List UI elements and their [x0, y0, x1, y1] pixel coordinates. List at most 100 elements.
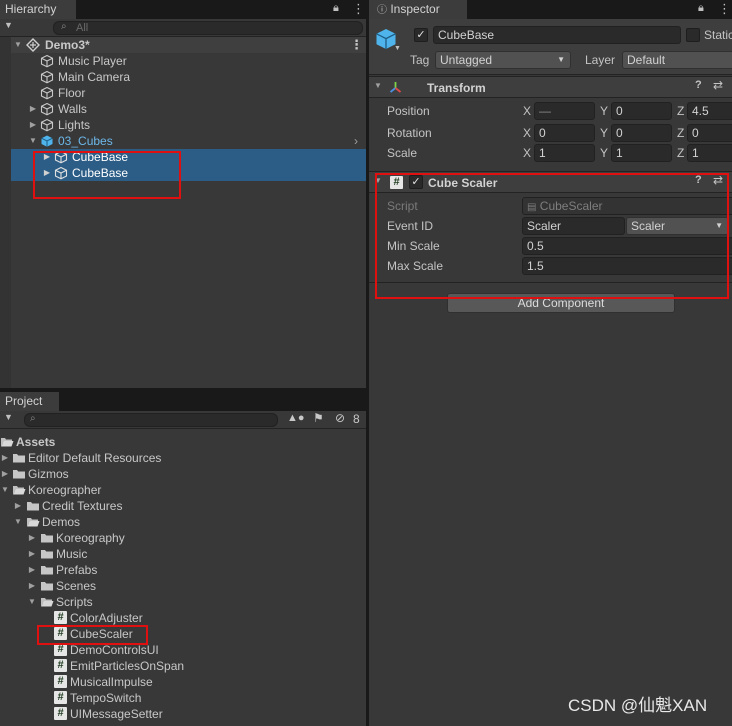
hierarchy-tab[interactable]: Hierarchy — [0, 0, 76, 19]
expand-arrow-icon[interactable]: ▶ — [28, 117, 38, 133]
expand-arrow-icon[interactable]: ▶ — [0, 466, 10, 482]
horizontal-splitter[interactable] — [0, 388, 366, 392]
object-name-value: CubeBase — [438, 28, 495, 42]
lock-icon[interactable]: 🔒︎ — [698, 2, 704, 15]
inspector-tab[interactable]: ⓘ Inspector — [369, 0, 467, 19]
hierarchy-search-input[interactable]: ⌕ All — [53, 21, 363, 35]
position-label: Position — [387, 104, 430, 118]
project-folder[interactable]: ▶ Prefabs — [0, 562, 366, 578]
active-checkbox[interactable]: ✓ — [414, 28, 428, 42]
project-folder[interactable]: ▶ Scenes — [0, 578, 366, 594]
rotation-y-input[interactable]: 0 — [611, 124, 672, 142]
rotation-z-label[interactable]: Z — [677, 124, 684, 142]
expand-arrow-icon[interactable]: ▼ — [13, 37, 23, 53]
position-z-input[interactable]: 4.5 — [687, 102, 732, 120]
hierarchy-tab-label: Hierarchy — [5, 2, 57, 16]
collapse-arrow-icon[interactable]: ▼ — [374, 81, 382, 90]
hierarchy-item-prefab[interactable]: ▼ 03_Cubes › — [0, 133, 366, 149]
project-folder[interactable]: ▶ Music — [0, 546, 366, 562]
project-script-label: TempoSwitch — [70, 691, 142, 705]
rotation-z-input[interactable]: 0 — [687, 124, 732, 142]
rotation-x-label[interactable]: X — [523, 124, 531, 142]
filter-by-label-icon[interactable]: ⚑ — [313, 411, 324, 425]
expand-arrow-icon[interactable]: ▶ — [27, 546, 37, 562]
hidden-packages-icon[interactable]: ⊘ — [335, 411, 345, 425]
open-prefab-chevron-icon[interactable]: › — [354, 133, 358, 149]
layer-dropdown[interactable]: Default — [622, 51, 732, 69]
expand-arrow-icon[interactable]: ▶ — [27, 530, 37, 546]
rotation-x-input[interactable]: 0 — [534, 124, 595, 142]
scale-z-input[interactable]: 1 — [687, 144, 732, 162]
hierarchy-item[interactable]: Music Player — [0, 53, 366, 69]
project-folder[interactable]: ▼ Koreographer — [0, 482, 366, 498]
project-script[interactable]: # EmitParticlesOnSpan — [0, 658, 366, 674]
expand-arrow-icon[interactable]: ▼ — [28, 133, 38, 149]
object-header: ▼ ✓ CubeBase Static Tag Untagged ▼ Layer… — [369, 19, 732, 75]
hierarchy-item[interactable]: Floor — [0, 85, 366, 101]
project-script-label: ColorAdjuster — [70, 611, 143, 625]
project-panel: Project ▼ ⌕ ▲● ⚑ ⊘ 8 Assets ▶ Editor Def… — [0, 392, 366, 726]
project-folder[interactable]: ▶ Editor Default Resources — [0, 450, 366, 466]
hierarchy-tabstrip: Hierarchy 🔒︎ ⋮ — [0, 0, 366, 19]
project-toolbar: ▼ ⌕ ▲● ⚑ ⊘ 8 — [0, 411, 366, 429]
scale-y-input[interactable]: 1 — [611, 144, 672, 162]
position-x-label[interactable]: X — [523, 102, 531, 120]
preset-settings-icon[interactable]: ⇄ — [713, 78, 723, 92]
highlight-box-hierarchy — [33, 151, 181, 199]
project-folder[interactable]: ▶ Credit Textures — [0, 498, 366, 514]
transform-header[interactable]: ▼ Transform ? ⇄ — [369, 76, 732, 98]
rotation-y-label[interactable]: Y — [600, 124, 608, 142]
rotation-x-value: 0 — [539, 126, 546, 140]
folder-icon — [13, 454, 25, 463]
expand-arrow-icon[interactable]: ▶ — [0, 450, 10, 466]
project-folder[interactable]: ▼ Demos — [0, 514, 366, 530]
project-script-label: MusicalImpulse — [70, 675, 153, 689]
scale-x-label[interactable]: X — [523, 144, 531, 162]
kebab-menu-icon[interactable]: ⋮ — [718, 1, 731, 17]
kebab-menu-icon[interactable]: ⋮ — [352, 1, 365, 17]
scene-row[interactable]: ▼ Demo3* ⋮ — [0, 37, 366, 53]
project-script[interactable]: # TempoSwitch — [0, 690, 366, 706]
filter-by-type-icon[interactable]: ▲● — [287, 412, 305, 424]
scene-menu-icon[interactable]: ⋮ — [350, 37, 363, 53]
hierarchy-item[interactable]: ▶ Lights — [0, 117, 366, 133]
project-script-label: UIMessageSetter — [70, 707, 163, 721]
scale-z-label[interactable]: Z — [677, 144, 684, 162]
expand-arrow-icon[interactable]: ▶ — [13, 498, 23, 514]
expand-arrow-icon[interactable]: ▶ — [28, 101, 38, 117]
expand-arrow-icon[interactable]: ▶ — [27, 562, 37, 578]
project-script[interactable]: # MusicalImpulse — [0, 674, 366, 690]
create-dropdown-icon[interactable]: ▼ — [4, 20, 13, 30]
static-checkbox[interactable] — [686, 28, 700, 42]
scale-x-input[interactable]: 1 — [534, 144, 595, 162]
project-folder[interactable]: Assets — [0, 434, 366, 450]
hierarchy-item[interactable]: Main Camera — [0, 69, 366, 85]
tag-dropdown[interactable]: Untagged ▼ — [435, 51, 571, 69]
scale-y-label[interactable]: Y — [600, 144, 608, 162]
icon-dropdown-icon[interactable]: ▼ — [394, 45, 401, 52]
project-tab[interactable]: Project — [0, 392, 59, 411]
project-search-input[interactable]: ⌕ — [24, 413, 278, 427]
hierarchy-item-label: Floor — [58, 86, 86, 100]
project-script[interactable]: # UIMessageSetter — [0, 706, 366, 722]
project-folder[interactable]: ▼ Scripts — [0, 594, 366, 610]
help-icon[interactable]: ? — [695, 79, 702, 91]
object-name-input[interactable]: CubeBase — [433, 26, 681, 44]
position-x-input[interactable]: — — [534, 102, 595, 120]
expand-arrow-icon[interactable]: ▼ — [13, 514, 23, 530]
project-script[interactable]: # ColorAdjuster — [0, 610, 366, 626]
expand-arrow-icon[interactable]: ▶ — [27, 578, 37, 594]
create-dropdown-icon[interactable]: ▼ — [4, 412, 13, 422]
lock-icon[interactable]: 🔒︎ — [333, 2, 339, 15]
position-y-input[interactable]: 0 — [611, 102, 672, 120]
project-folder[interactable]: ▶ Gizmos — [0, 466, 366, 482]
tag-label: Tag — [410, 53, 430, 67]
hierarchy-item[interactable]: ▶ Walls — [0, 101, 366, 117]
vertical-splitter[interactable] — [366, 0, 369, 726]
project-folder[interactable]: ▶ Koreography — [0, 530, 366, 546]
expand-arrow-icon[interactable]: ▼ — [0, 482, 10, 498]
expand-arrow-icon[interactable]: ▼ — [27, 594, 37, 610]
position-y-label[interactable]: Y — [600, 102, 608, 120]
project-folder-label: Koreography — [56, 531, 125, 545]
position-z-label[interactable]: Z — [677, 102, 684, 120]
